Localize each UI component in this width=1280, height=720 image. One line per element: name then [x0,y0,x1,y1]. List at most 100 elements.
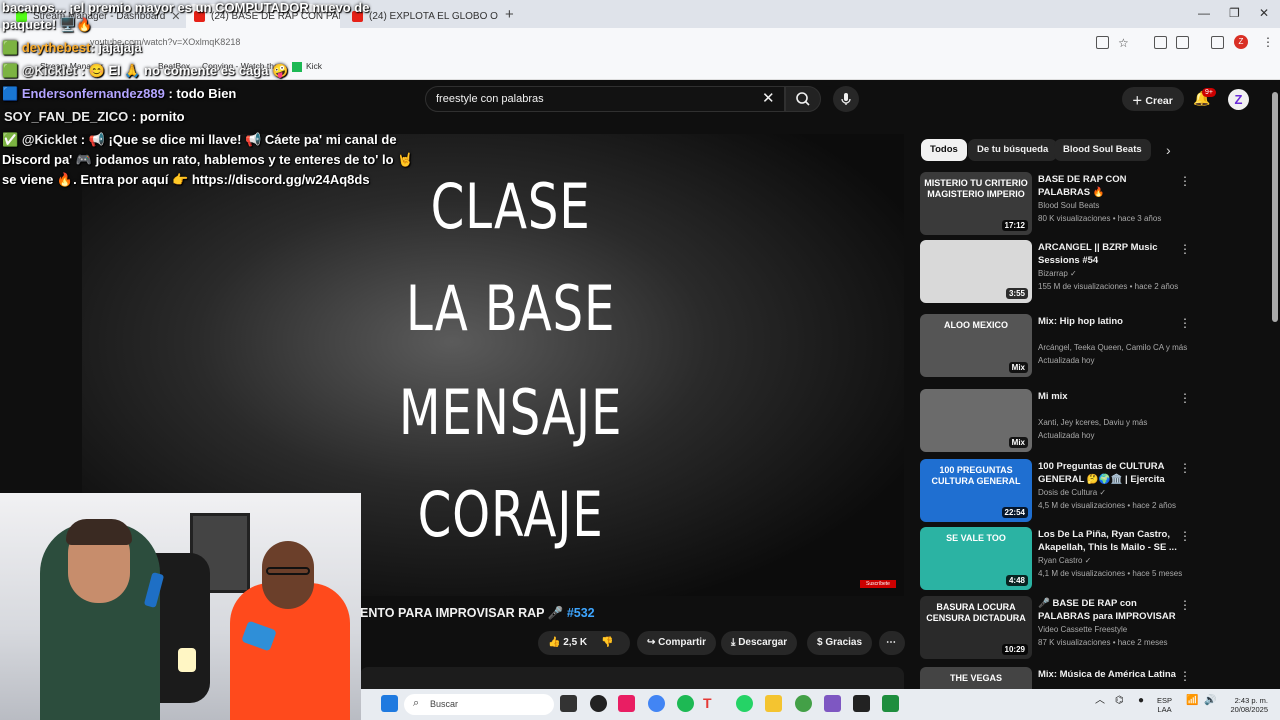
taskbar-search[interactable]: ⌕ Buscar [404,694,554,715]
channel-name[interactable]: Xanti, Jey kceres, Daviu y más [1038,418,1188,427]
thumbs-up-icon: 👍 [548,637,564,648]
video-thumbnail[interactable]: ALOO MEXICO Mix [920,314,1032,377]
text-app-icon[interactable]: T [703,695,720,712]
clock-date: 20/08/2025 [1230,705,1268,714]
network-icon[interactable]: ⌬ [1115,696,1124,706]
profile-avatar[interactable]: Z [1234,35,1248,49]
scrollbar[interactable] [1272,92,1278,322]
chevron-right-icon[interactable]: › [1166,142,1171,158]
channel-name[interactable]: Video Cassette Freestyle [1038,625,1188,634]
video-thumbnail[interactable]: 3:55 [920,240,1032,303]
download-button[interactable]: ⤓ Descargar [721,631,798,655]
tray-chevron-icon[interactable]: ︿ [1095,696,1105,706]
menu-icon[interactable]: ⋮ [1262,35,1274,49]
duration-badge: 17:12 [1001,220,1028,231]
app-icon[interactable] [795,695,812,712]
video-thumbnail[interactable]: 100 PREGUNTAS CULTURA GENERAL 22:54 [920,459,1032,522]
volume-icon[interactable]: 🔊 [1204,696,1216,706]
close-window-icon[interactable]: ✕ [1259,6,1269,20]
share-button[interactable]: ↪ Compartir [637,631,716,655]
channel-name[interactable]: Arcángel, Teeka Queen, Camilo CA y más [1038,343,1188,352]
recommendation-title[interactable]: Mi mix [1038,390,1178,403]
chip-search[interactable]: De tu búsqueda [968,139,1058,161]
search-icon: ⌕ [413,697,420,709]
bookmark-kick[interactable]: Kick [292,61,322,72]
chip-todos[interactable]: Todos [921,139,967,161]
whatsapp-icon[interactable] [736,695,753,712]
recommendation-title[interactable]: 100 Preguntas de CULTURA GENERAL 🤔🌍🏛️ | … [1038,460,1178,486]
maximize-icon[interactable]: ❐ [1229,6,1240,20]
recommendation-title[interactable]: BASE DE RAP CON PALABRAS 🔥ENTRENAMIENTO … [1038,173,1178,199]
chat-message: 🟦 Endersonfernandez889 : todo Bien [2,86,236,102]
more-options-icon[interactable]: ⋮ [1179,174,1191,188]
thumbs-down-icon[interactable]: 👎 [601,637,613,648]
more-options-icon[interactable]: ⋮ [1179,461,1191,475]
more-options-icon[interactable]: ⋮ [1179,669,1191,683]
channel-name[interactable]: Blood Soul Beats [1038,201,1188,210]
wifi-icon[interactable]: 📶 [1186,696,1198,706]
video-thumbnail[interactable]: BASURA LOCURA CENSURA DICTADURA 10:29 [920,596,1032,659]
subscribe-watermark[interactable]: Suscríbete [860,580,896,588]
lang-layout: LAA [1157,705,1172,714]
more-options-icon[interactable]: ⋮ [1179,316,1191,330]
recommendation-title[interactable]: 🎤 BASE DE RAP con PALABRAS para IMPROVIS… [1038,597,1178,623]
duration-badge: 22:54 [1001,507,1028,518]
voice-search-button[interactable] [833,86,859,112]
excel-icon[interactable] [882,695,899,712]
bookmark-star-icon[interactable]: ☆ [1118,36,1131,50]
app-icon[interactable] [853,695,870,712]
chip-blood-soul[interactable]: Blood Soul Beats [1054,139,1151,161]
chrome-icon[interactable] [648,695,665,712]
obs-icon[interactable] [590,695,607,712]
extension-icon[interactable] [1154,36,1167,49]
search-button[interactable] [785,86,821,112]
like-button[interactable]: 👍 2,5 K 👎 [538,631,630,655]
more-options-icon[interactable]: ⋮ [1179,242,1191,256]
thanks-button[interactable]: $ Gracias [807,631,873,655]
recommendation-title[interactable]: Mix: Música de América Latina [1038,668,1178,681]
video-thumbnail[interactable]: MISTERIO TU CRITERIO MAGISTERIO IMPERIO 1… [920,172,1032,235]
more-actions-button[interactable]: ⋯ [879,631,905,655]
hashtag-link[interactable]: #532 [567,606,595,620]
windows-start-icon[interactable] [381,695,398,712]
new-tab-icon[interactable]: + [505,6,514,23]
more-options-icon[interactable]: ⋮ [1179,529,1191,543]
puzzle-icon[interactable] [1176,36,1189,49]
task-view-icon[interactable] [560,695,577,712]
channel-name[interactable]: Bizarrap ✓ [1038,269,1188,278]
recommendation-item[interactable]: BASURA LOCURA CENSURA DICTADURA 10:29 🎤 BA… [920,596,1191,662]
mic-tray-icon[interactable]: ● [1138,696,1144,706]
create-label: Crear [1145,95,1173,107]
channel-name[interactable]: Ryan Castro ✓ [1038,556,1188,565]
more-options-icon[interactable]: ⋮ [1179,391,1191,405]
recommendation-item[interactable]: ALOO MEXICO Mix Mix: Hip hop latino Arcánge… [920,314,1191,380]
recommendation-item[interactable]: Mix Mi mix Xanti, Jey kceres, Daviu y más A… [920,389,1191,455]
recommendation-title[interactable]: Los De La Piña, Ryan Castro, Akapellah, … [1038,528,1178,554]
clock[interactable]: 2:43 p. m. 20/08/2025 [1226,696,1268,714]
search-input[interactable]: freestyle con palabras [425,86,785,112]
cast-icon[interactable] [1096,36,1109,49]
spotify-icon[interactable] [677,695,694,712]
language-indicator[interactable]: ESP LAA [1157,696,1172,714]
recommendation-item[interactable]: 100 PREGUNTAS CULTURA GENERAL 22:54 100 Pr… [920,459,1191,525]
recommendation-item[interactable]: 3:55 ARCANGEL || BZRP Music Sessions #54 B… [920,240,1191,306]
app-icon[interactable] [824,695,841,712]
app-icon[interactable] [618,695,635,712]
video-thumbnail[interactable]: Mix [920,389,1032,452]
reading-list-icon[interactable] [1211,36,1224,49]
recommendation-title[interactable]: Mix: Hip hop latino [1038,315,1178,328]
more-options-icon[interactable]: ⋮ [1179,598,1191,612]
chat-username: @Kicklet [21,132,78,147]
recommendation-title[interactable]: ARCANGEL || BZRP Music Sessions #54 [1038,241,1178,267]
channel-name[interactable]: Dosis de Cultura ✓ [1038,488,1188,497]
create-button[interactable]: ＋ Crear [1122,87,1184,111]
recommendation-item[interactable]: MISTERIO TU CRITERIO MAGISTERIO IMPERIO 1… [920,172,1191,238]
recommendation-item[interactable]: SE VALE TOO 4:48 Los De La Piña, Ryan Cast… [920,527,1191,593]
clear-search-icon[interactable]: ✕ [762,89,775,107]
chat-message: ✅ @Kicklet : 📢 ¡Que se dice mi llave! 📢 … [2,132,397,148]
tab-label: (24) EXPLOTA EL GLOBO O ENC [369,10,498,22]
video-thumbnail[interactable]: SE VALE TOO 4:48 [920,527,1032,590]
file-explorer-icon[interactable] [765,695,782,712]
account-avatar[interactable]: Z [1228,89,1249,110]
minimize-icon[interactable]: — [1198,6,1210,20]
